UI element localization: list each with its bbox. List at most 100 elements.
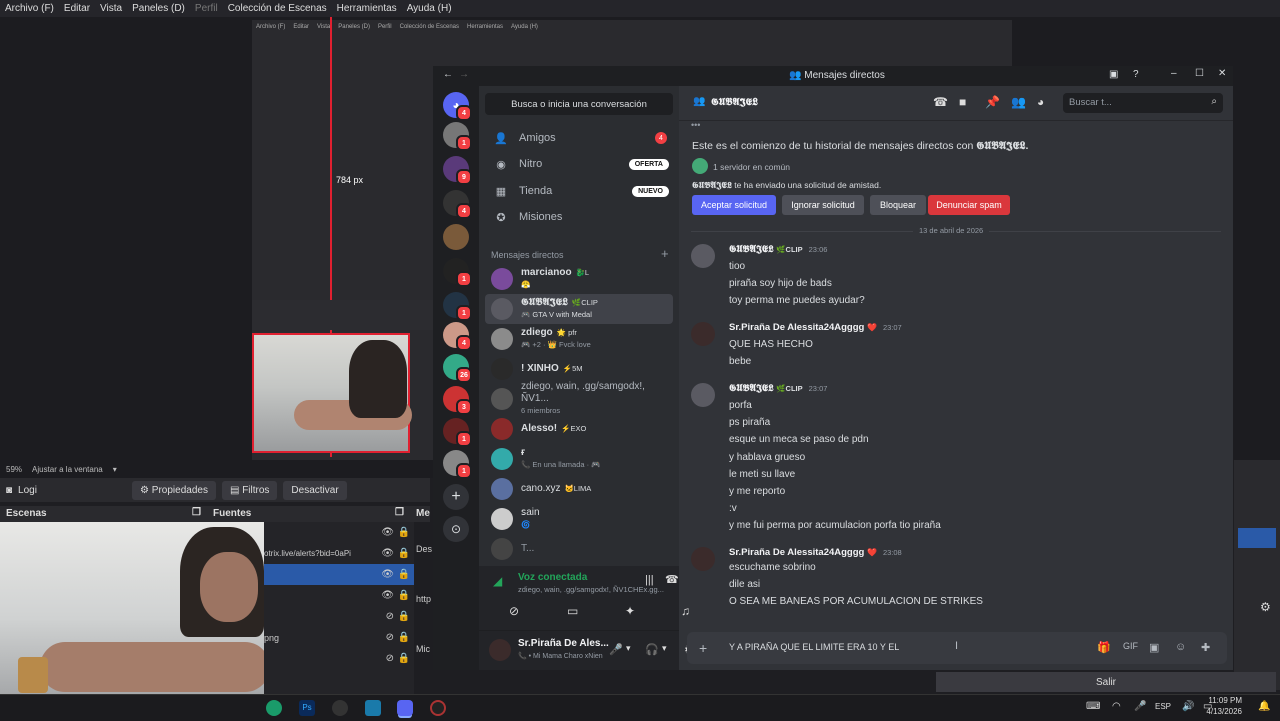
properties-button[interactable]: ⚙ Propiedades <box>132 480 216 500</box>
menu-vista[interactable]: Vista <box>100 3 122 14</box>
server-icon[interactable]: 1 <box>443 122 472 151</box>
dm-item-active[interactable]: 𝕲𝖀𝕭𝕬𝕵𝕰𝕷 🌿CLIP 🎮 GTA V with Medal <box>485 294 673 324</box>
nav-missions[interactable]: ✪ Misiones <box>487 205 673 229</box>
mic-tray-icon[interactable]: 🎤 <box>1134 701 1146 712</box>
zoom-mode-select[interactable]: Ajustar a la ventana <box>32 465 103 474</box>
clock-time[interactable]: 11:09 PM <box>1208 696 1242 705</box>
server-icon[interactable]: 4 <box>443 190 472 219</box>
headphones-icon[interactable]: 🎧 <box>645 643 659 656</box>
minimize-icon[interactable]: – <box>1171 68 1177 79</box>
lock-icon[interactable]: 🔒 <box>398 590 410 601</box>
clock-date[interactable]: 4/13/2026 <box>1198 707 1242 716</box>
author-name[interactable]: Sr.Piraña De Alessita24Agggg <box>729 322 864 333</box>
mutual-servers[interactable]: 1 servidor en común <box>713 162 790 172</box>
add-friends-icon[interactable]: 👥 <box>1011 95 1026 109</box>
camera-off-icon[interactable]: ⊘ <box>509 604 519 618</box>
menu-perfil[interactable]: Perfil <box>195 3 218 14</box>
dm-item[interactable]: ꜱain 🌀 <box>485 504 673 534</box>
lock-icon[interactable]: 🔒 <box>398 653 410 664</box>
dm-item[interactable]: marcianoo 🐉L 😤 <box>485 264 673 294</box>
lock-icon[interactable]: 🔒 <box>398 548 410 559</box>
conversation-search[interactable]: Busca o inicia una conversación <box>485 93 673 115</box>
obs-taskbar-icon[interactable] <box>430 700 446 716</box>
server-icon[interactable]: 3 <box>443 386 472 415</box>
server-icon[interactable]: 1 <box>443 450 472 479</box>
user-avatar[interactable] <box>489 639 511 661</box>
avatar[interactable] <box>691 547 715 571</box>
dm-item[interactable]: zdiego 🌟 pfr 🎮 +2 · 👑 Fvck love <box>485 324 673 354</box>
menu-paneles[interactable]: Paneles (D) <box>132 3 185 14</box>
lock-icon[interactable]: 🔒 <box>398 611 410 622</box>
eye-icon[interactable]: 👁 <box>381 548 394 559</box>
inbox-icon[interactable]: ▣ <box>1109 69 1118 80</box>
eye-icon[interactable]: 👁 <box>381 569 394 580</box>
menu-archivo[interactable]: Archivo (F) <box>5 3 54 14</box>
eye-off-icon[interactable]: ⊘ <box>386 653 394 664</box>
voice-status[interactable]: Voz conectada <box>518 572 587 583</box>
dm-item[interactable]: ғ 📞 En una llamada · 🎮 <box>485 444 673 474</box>
webcam-preview-selected[interactable] <box>252 333 412 453</box>
speaker-icon[interactable]: 🔊 <box>1182 701 1194 712</box>
back-arrow-icon[interactable]: ← <box>443 69 453 80</box>
gif-icon[interactable]: GIF <box>1123 641 1138 651</box>
forward-arrow-icon[interactable]: → <box>459 69 469 80</box>
pin-icon[interactable]: 📌 <box>985 95 1000 109</box>
filters-button[interactable]: ▤ Filtros <box>221 480 278 500</box>
activities-icon[interactable]: ✦ <box>625 604 635 618</box>
avatar[interactable] <box>691 383 715 407</box>
source-row[interactable]: 👁 🔒 <box>264 522 414 543</box>
discover-icon[interactable]: ⊙ <box>443 516 469 542</box>
voice-channel[interactable]: zdiego, wain, .gg/samgodx!, ÑV1CHEx.gg..… <box>518 585 664 594</box>
server-icon[interactable]: 26 <box>443 354 472 383</box>
source-row[interactable]: ⊘ 🔒 <box>264 648 414 669</box>
close-icon[interactable]: ✕ <box>1218 68 1226 79</box>
add-server-icon[interactable]: + <box>443 484 469 510</box>
dm-item[interactable]: Alesso! ⚡EXO <box>485 414 673 444</box>
video-icon[interactable]: ■ <box>959 95 966 109</box>
eye-icon[interactable]: 👁 <box>381 590 394 601</box>
source-row[interactable]: 👁 🔒 <box>264 585 414 606</box>
chevron-down-icon[interactable]: ▾ <box>113 465 117 474</box>
emoji-icon[interactable]: ☺ <box>1175 641 1186 653</box>
language-indicator[interactable]: ESP <box>1155 702 1171 711</box>
notification-icon[interactable]: 🔔 <box>1258 701 1270 712</box>
call-icon[interactable]: ☎ <box>933 95 948 109</box>
avatar[interactable] <box>691 244 715 268</box>
gear-icon[interactable]: ⚙ <box>1260 600 1271 614</box>
author-name[interactable]: Sr.Piraña De Alessita24Agggg <box>729 547 864 558</box>
wifi-icon[interactable]: ◠ <box>1112 701 1121 712</box>
exit-button[interactable]: Salir <box>936 672 1276 692</box>
help-icon[interactable]: ? <box>1133 69 1139 80</box>
undock-icon[interactable]: ❐ <box>395 507 404 518</box>
dm-item[interactable]: T... <box>485 534 673 564</box>
eye-icon[interactable]: 👁 <box>381 527 394 538</box>
attach-plus-icon[interactable]: + <box>699 640 707 656</box>
nav-nitro[interactable]: ◉ Nitro OFERTA <box>487 152 673 176</box>
selected-row[interactable] <box>1238 528 1276 548</box>
ignore-request-button[interactable]: Ignorar solicitud <box>782 195 864 215</box>
author-name[interactable]: 𝕲𝖀𝕭𝕬𝕵𝕰𝕷 <box>729 244 774 255</box>
dm-item[interactable]: cano.xyz 🐱LIMA <box>485 474 673 504</box>
maximize-icon[interactable]: ☐ <box>1195 68 1204 79</box>
photoshop-icon[interactable]: Ps <box>299 700 315 716</box>
user-name[interactable]: Sr.Piraña De Ales... <box>518 638 609 649</box>
composer-text[interactable]: Y A PIRAÑA QUE EL LIMITE ERA 10 Y EL <box>729 642 899 652</box>
server-icon[interactable]: 1 <box>443 418 472 447</box>
chat-search-box[interactable]: Buscar t... ⌕ <box>1063 93 1223 113</box>
lock-icon[interactable]: 🔒 <box>398 569 410 580</box>
menu-ayuda[interactable]: Ayuda (H) <box>407 3 452 14</box>
author-name[interactable]: 𝕲𝖀𝕭𝕬𝕵𝕰𝕷 <box>729 383 774 394</box>
app-icon[interactable] <box>365 700 381 716</box>
dm-item-group[interactable]: zdiego, wain, .gg/samgodx!, ÑV1... 6 miem… <box>485 381 673 415</box>
keyboard-icon[interactable]: ⌨ <box>1086 701 1100 712</box>
chatgpt-icon[interactable] <box>332 700 348 716</box>
nav-shop[interactable]: ▦ Tienda NUEVO <box>487 179 673 203</box>
avatar[interactable] <box>691 322 715 346</box>
source-row[interactable]: png ⊘ 🔒 <box>264 627 414 648</box>
edge-icon[interactable] <box>266 700 282 716</box>
accept-request-button[interactable]: Aceptar solicitud <box>692 195 776 215</box>
server-icon[interactable]: 9 <box>443 156 472 185</box>
disable-button[interactable]: Desactivar <box>283 480 347 500</box>
menu-editar[interactable]: Editar <box>64 3 90 14</box>
server-icon[interactable]: 4 <box>443 322 472 351</box>
